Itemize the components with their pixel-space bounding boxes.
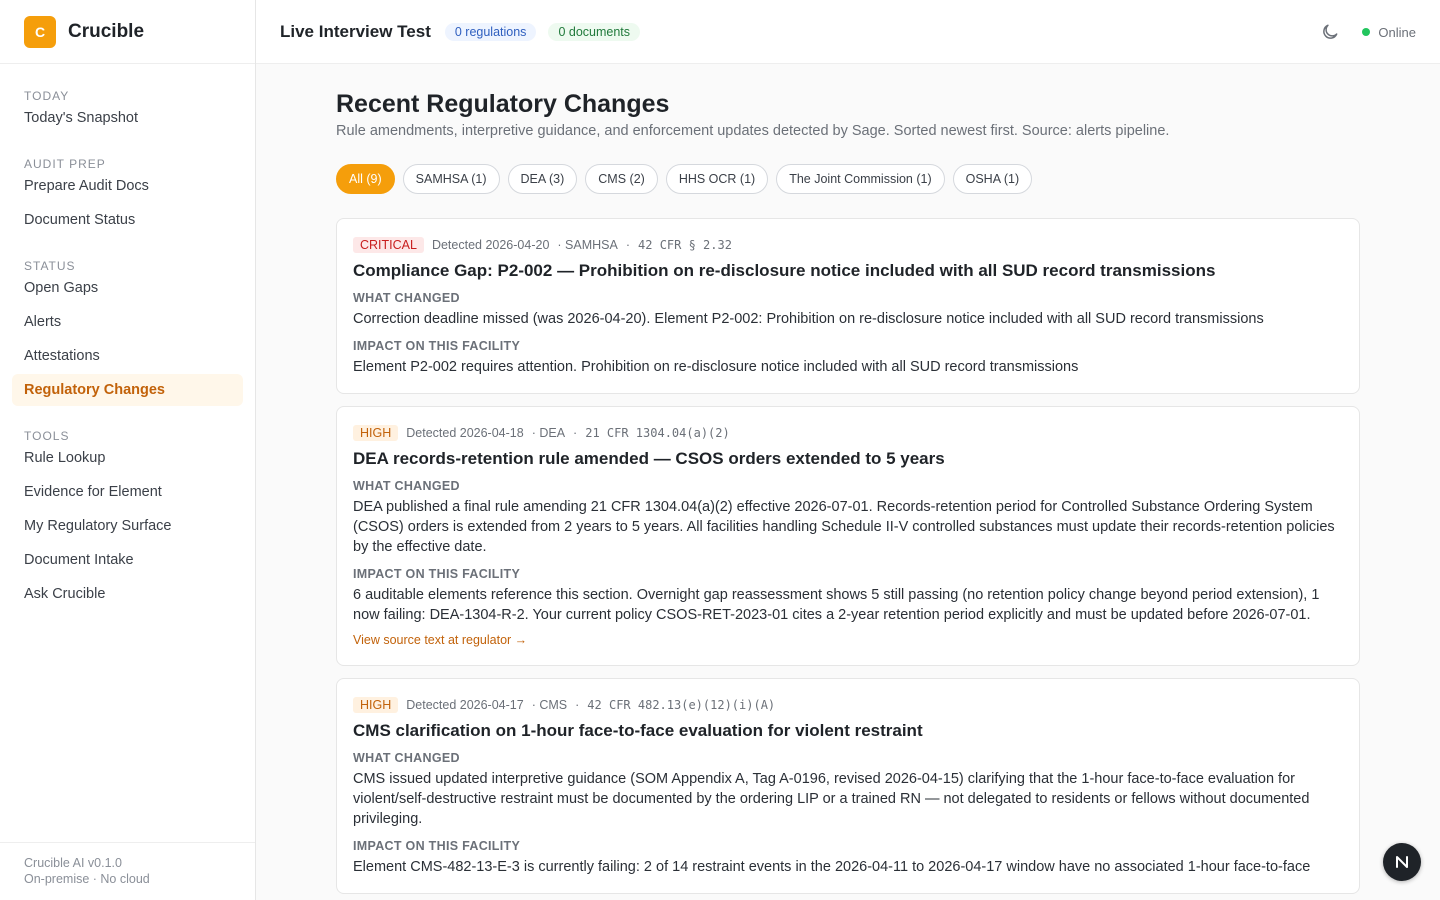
detected-date: Detected 2026-04-17	[406, 698, 524, 712]
main-content: Recent Regulatory Changes Rule amendment…	[336, 64, 1360, 894]
sidebar-item-rule-lookup[interactable]: Rule Lookup	[12, 442, 243, 474]
change-card: Critical Detected 2026-04-20 · SAMHSA · …	[336, 218, 1360, 394]
impact-label: Impact on this facility	[353, 567, 521, 581]
topbar-right: Online	[1320, 0, 1416, 64]
app-name: Crucible	[68, 20, 145, 42]
online-status-dot	[1362, 28, 1371, 36]
sidebar-item-my-regulatory-surface[interactable]: My Regulatory Surface	[12, 510, 243, 542]
what-changed-text: CMS issued updated interpretive guidance…	[353, 771, 1310, 827]
change-title[interactable]: CMS clarification on 1-hour face-to-face…	[353, 721, 1343, 741]
agency-filter-bar: All (9) SAMHSA (1) DEA (3) CMS (2) HHS O…	[336, 164, 1360, 194]
brand[interactable]: C Crucible	[0, 0, 255, 64]
change-card: High Detected 2026-04-17 · CMS · 42 CFR …	[336, 678, 1360, 894]
sidebar-item-document-status[interactable]: Document Status	[12, 204, 243, 236]
sidebar-item-regulatory-changes[interactable]: Regulatory Changes	[12, 374, 243, 406]
sidebar-item-attestations[interactable]: Attestations	[12, 340, 243, 372]
sidebar-item-ask-crucible[interactable]: Ask Crucible	[12, 578, 243, 610]
impact-label: Impact on this facility	[353, 339, 521, 353]
detected-date: Detected 2026-04-18	[406, 426, 524, 440]
meta-separator: ·	[573, 426, 578, 440]
nav-section-tools: Tools	[24, 429, 70, 443]
nav-section-status: Status	[24, 259, 76, 273]
impact-text: Element CMS-482-13-E-3 is currently fail…	[353, 859, 1311, 875]
change-title[interactable]: DEA records-retention rule amended — CSO…	[353, 449, 1343, 469]
detected-date: Detected 2026-04-20	[431, 238, 550, 252]
what-changed-label: What changed	[353, 479, 460, 493]
citation: 42 CFR § 2.32	[638, 238, 732, 252]
sidebar-item-prepare-audit-docs[interactable]: Prepare Audit Docs	[12, 170, 243, 202]
citation: 21 CFR 1304.04(a)(2)	[585, 426, 730, 440]
nav-section-audit-prep: Audit Prep	[24, 157, 106, 171]
online-status-text: Online	[1378, 24, 1416, 40]
filter-chip-samhsa[interactable]: SAMHSA (1)	[402, 164, 500, 194]
sidebar-item-evidence-for-element[interactable]: Evidence for Element	[12, 476, 243, 508]
filter-chip-hhs-ocr[interactable]: HHS OCR (1)	[665, 164, 769, 194]
sidebar-item-alerts[interactable]: Alerts	[12, 306, 243, 338]
severity-badge: High	[353, 697, 399, 713]
topbar: Live Interview Test 0 regulations 0 docu…	[256, 0, 1440, 64]
sidebar-footer: Crucible AI v0.1.0 On-premise · No cloud	[0, 842, 255, 900]
severity-badge: High	[353, 425, 399, 441]
sidebar-item-document-intake[interactable]: Document Intake	[12, 544, 243, 576]
meta-separator: ·	[625, 238, 631, 252]
change-meta: Critical Detected 2026-04-20 · SAMHSA · …	[353, 235, 1343, 255]
n-logo-icon	[1396, 856, 1408, 868]
regulations-count-badge[interactable]: 0 regulations	[444, 22, 537, 41]
sidebar-item-todays-snapshot[interactable]: Today's Snapshot	[12, 102, 243, 134]
citation: 42 CFR 482.13(e)(12)(i)(A)	[587, 698, 776, 712]
agency-label: · DEA	[531, 426, 566, 440]
change-meta: High Detected 2026-04-18 · DEA · 21 CFR …	[353, 423, 1343, 443]
severity-badge: Critical	[353, 237, 424, 253]
change-meta: High Detected 2026-04-17 · CMS · 42 CFR …	[353, 695, 1343, 715]
page-title: Recent Regulatory Changes	[336, 90, 670, 118]
impact-label: Impact on this facility	[353, 839, 521, 853]
assistant-launcher-button[interactable]	[1383, 843, 1421, 881]
agency-label: · CMS	[531, 698, 568, 712]
nav-section-today: Today	[24, 89, 70, 103]
view-source-link[interactable]: View source text at regulator →	[353, 633, 527, 647]
sidebar-item-open-gaps[interactable]: Open Gaps	[12, 272, 243, 304]
what-changed-label: What changed	[353, 751, 460, 765]
filter-chip-osha[interactable]: OSHA (1)	[952, 164, 1033, 194]
agency-label: · SAMHSA	[557, 238, 618, 252]
workspace-title: Live Interview Test	[280, 21, 431, 41]
what-changed-text: DEA published a final rule amending 21 C…	[353, 499, 1335, 555]
sidebar-nav: Today Today's Snapshot Audit Prep Prepar…	[0, 64, 255, 610]
sidebar: C Crucible Today Today's Snapshot Audit …	[0, 0, 256, 900]
documents-count-badge[interactable]: 0 documents	[548, 22, 641, 41]
filter-chip-joint-commission[interactable]: The Joint Commission (1)	[776, 164, 945, 194]
filter-chip-cms[interactable]: CMS (2)	[585, 164, 658, 194]
change-card: High Detected 2026-04-18 · DEA · 21 CFR …	[336, 406, 1360, 666]
version-label: Crucible AI v0.1.0	[24, 856, 122, 870]
impact-text: 6 auditable elements reference this sect…	[353, 587, 1320, 623]
change-title[interactable]: Compliance Gap: P2-002 — Prohibition on …	[353, 261, 1343, 281]
app-logo: C	[24, 15, 56, 48]
what-changed-text: Correction deadline missed (was 2026-04-…	[353, 311, 1264, 327]
filter-chip-all[interactable]: All (9)	[336, 164, 395, 194]
what-changed-label: What changed	[353, 291, 460, 305]
filter-chip-dea[interactable]: DEA (3)	[507, 164, 578, 194]
impact-text: Element P2-002 requires attention. Prohi…	[353, 359, 1079, 375]
deployment-note: On-premise · No cloud	[24, 872, 150, 886]
moon-icon[interactable]	[1320, 22, 1340, 42]
page-subtitle: Rule amendments, interpretive guidance, …	[336, 123, 1170, 139]
meta-separator: ·	[575, 698, 580, 712]
